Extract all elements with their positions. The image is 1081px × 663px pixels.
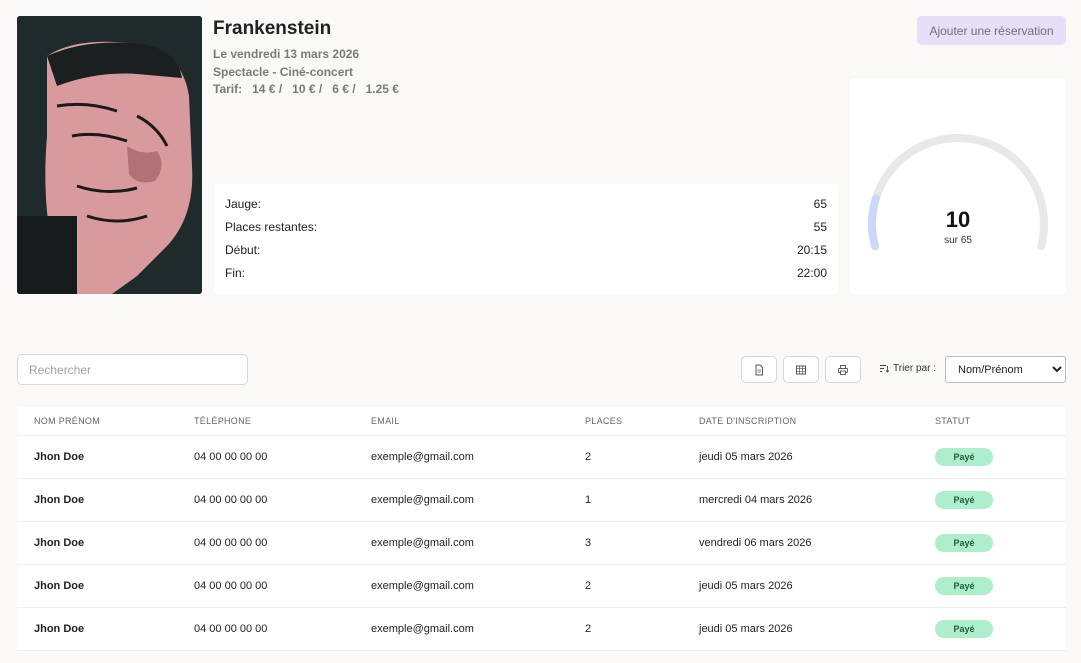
table-body: Jhon Doe 04 00 00 00 00 exemple@gmail.com 2…: [17, 436, 1066, 651]
cell-date: mercredi 04 mars 2026: [699, 494, 813, 506]
cell-phone: 04 00 00 00 00: [194, 451, 268, 463]
cell-email: exemple@gmail.com: [371, 623, 474, 635]
cell-email: exemple@gmail.com: [371, 451, 474, 463]
reservations-table: NOM PRÉNOM TÉLÉPHONE EMAIL PLACES DATE D…: [17, 407, 1066, 651]
print-icon: [838, 364, 848, 375]
status-badge: Payé: [935, 491, 993, 509]
cell-date: vendredi 06 mars 2026: [699, 537, 812, 549]
status-badge: Payé: [935, 577, 993, 595]
info-label: Fin:: [225, 265, 246, 280]
gauge-value: 10: [945, 207, 971, 232]
info-value: 20:15: [796, 242, 827, 257]
add-reservation-button[interactable]: Ajouter une réservation: [917, 16, 1066, 45]
cell-date: jeudi 05 mars 2026: [699, 623, 793, 635]
table-row[interactable]: Jhon Doe 04 00 00 00 00 exemple@gmail.com 3…: [17, 522, 1066, 565]
table-icon: [796, 365, 806, 374]
event-poster: [17, 16, 202, 294]
cell-places: 2: [585, 623, 592, 635]
status-badge: Payé: [935, 448, 993, 466]
column-header[interactable]: DATE D'INSCRIPTION: [699, 416, 935, 426]
column-header[interactable]: TÉLÉPHONE: [194, 416, 371, 426]
event-title: Frankenstein: [213, 18, 332, 39]
cell-places: 1: [585, 494, 592, 506]
cell-status: Payé: [935, 448, 1066, 466]
cell-phone: 04 00 00 00 00: [194, 623, 268, 635]
cell-date: jeudi 05 mars 2026: [699, 580, 793, 592]
cell-places: 3: [585, 537, 592, 549]
table-row[interactable]: Jhon Doe 04 00 00 00 00 exemple@gmail.com 2…: [17, 436, 1066, 479]
event-info-card: Jauge: 65 Places restantes: 55 Début: 20…: [214, 184, 838, 294]
column-header[interactable]: NOM PRÉNOM: [17, 416, 194, 426]
cell-status: Payé: [935, 620, 1066, 638]
sort-label: Trier par :: [879, 363, 936, 374]
cell-name: Jhon Doe: [34, 580, 85, 592]
column-header[interactable]: EMAIL: [371, 416, 585, 426]
event-tarif: Tarif: 14 € / 10 € / 6 € / 1.25 €: [213, 82, 399, 96]
cell-places: 2: [585, 451, 592, 463]
cell-name: Jhon Doe: [34, 537, 85, 549]
export-pdf-button[interactable]: [741, 356, 777, 383]
cell-email: exemple@gmail.com: [371, 580, 474, 592]
print-button[interactable]: [825, 356, 861, 383]
tarif-price: 14 € /: [252, 82, 283, 96]
column-header[interactable]: PLACES: [585, 416, 699, 426]
info-value: 55: [813, 219, 827, 234]
cell-phone: 04 00 00 00 00: [194, 537, 268, 549]
cell-name: Jhon Doe: [34, 494, 85, 506]
table-row[interactable]: Jhon Doe 04 00 00 00 00 exemple@gmail.com 1…: [17, 479, 1066, 522]
info-row-fin: Fin: 22:00: [225, 261, 827, 284]
table-header: NOM PRÉNOM TÉLÉPHONE EMAIL PLACES DATE D…: [17, 407, 1066, 436]
gauge-caption: sur 65: [944, 235, 972, 246]
sort-label-text: Trier par :: [893, 363, 936, 374]
status-badge: Payé: [935, 620, 993, 638]
export-excel-button[interactable]: [783, 356, 819, 383]
event-category: Spectacle - Ciné-concert: [213, 65, 354, 79]
info-label: Jauge:: [225, 196, 262, 211]
gauge-chart: [868, 134, 1048, 251]
info-value: 22:00: [796, 265, 827, 280]
cell-status: Payé: [935, 491, 1066, 509]
cell-name: Jhon Doe: [34, 623, 85, 635]
search-input[interactable]: [17, 354, 248, 385]
sort-select[interactable]: Nom/Prénom: [945, 356, 1066, 383]
event-date: Le vendredi 13 mars 2026: [213, 47, 360, 61]
info-label: Places restantes:: [225, 219, 318, 234]
table-row[interactable]: Jhon Doe 04 00 00 00 00 exemple@gmail.com 2…: [17, 608, 1066, 651]
info-row-jauge: Jauge: 65: [225, 192, 827, 215]
info-row-places: Places restantes: 55: [225, 215, 827, 238]
cell-status: Payé: [935, 577, 1066, 595]
tarif-label: Tarif:: [213, 82, 243, 96]
info-row-debut: Début: 20:15: [225, 238, 827, 261]
cell-status: Payé: [935, 534, 1066, 552]
cell-email: exemple@gmail.com: [371, 537, 474, 549]
table-row[interactable]: Jhon Doe 04 00 00 00 00 exemple@gmail.com 2…: [17, 565, 1066, 608]
cell-phone: 04 00 00 00 00: [194, 580, 268, 592]
cell-phone: 04 00 00 00 00: [194, 494, 268, 506]
tarif-price: 10 € /: [292, 82, 323, 96]
sort-icon: [880, 364, 889, 373]
attendance-gauge-card: 10 sur 65: [850, 78, 1066, 294]
column-header[interactable]: STATUT: [935, 416, 1066, 426]
info-label: Début:: [225, 242, 261, 257]
tarif-price: 1.25 €: [365, 82, 399, 96]
tarif-price: 6 € /: [332, 82, 356, 96]
cell-date: jeudi 05 mars 2026: [699, 451, 793, 463]
cell-places: 2: [585, 580, 592, 592]
cell-email: exemple@gmail.com: [371, 494, 474, 506]
cell-name: Jhon Doe: [34, 451, 85, 463]
file-icon: [755, 364, 763, 375]
status-badge: Payé: [935, 534, 993, 552]
info-value: 65: [813, 196, 827, 211]
